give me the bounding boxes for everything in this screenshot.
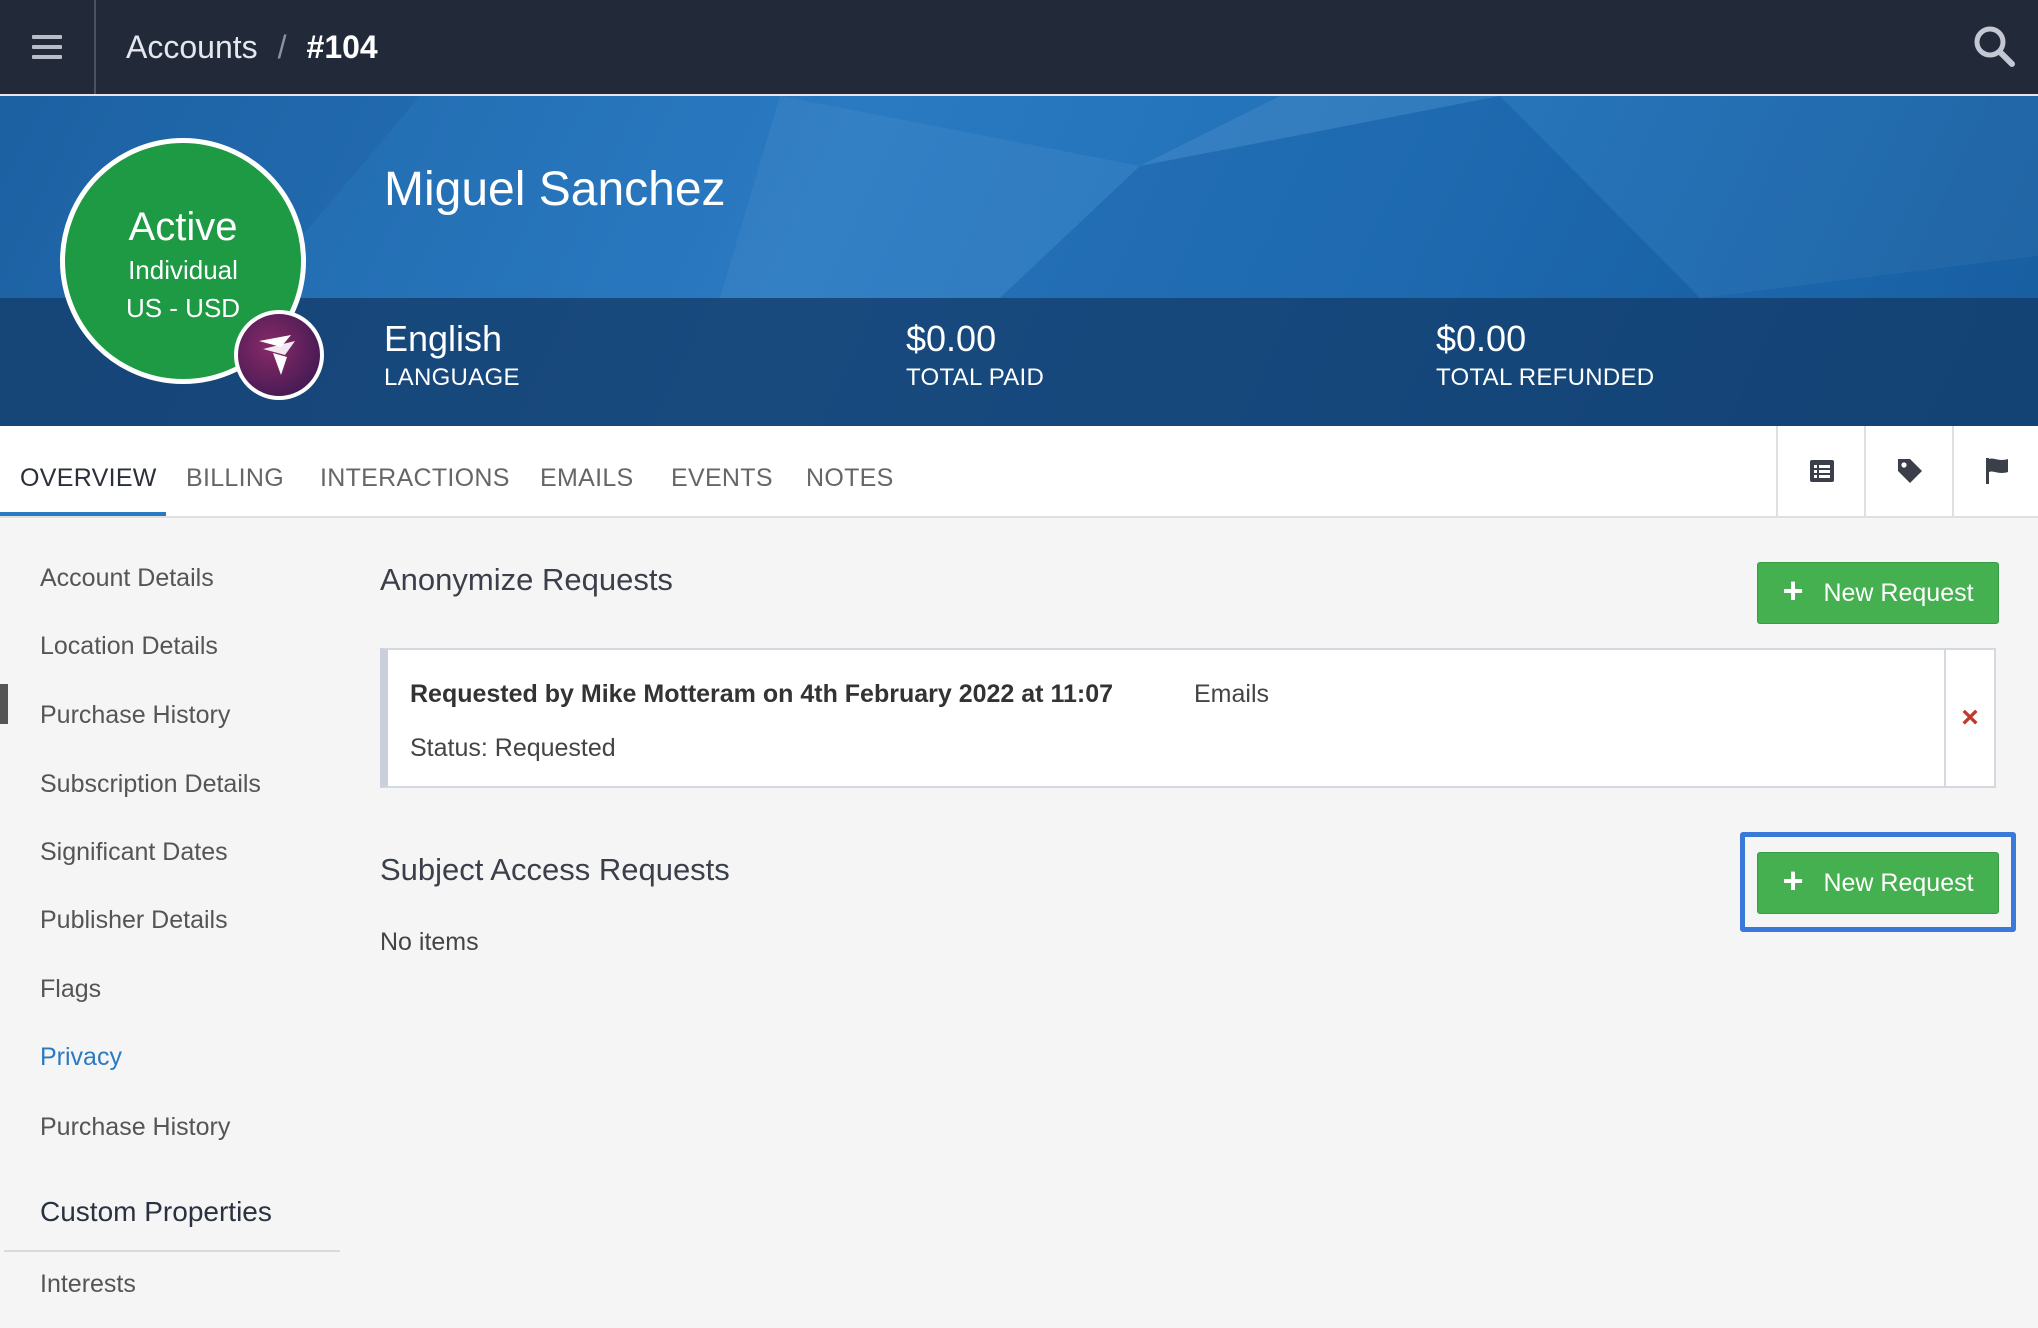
sidebar-item-publisher-details[interactable]: Publisher Details [40, 906, 228, 935]
sidebar-item-flags[interactable]: Flags [40, 975, 101, 1004]
sidebar-item-subscription-details[interactable]: Subscription Details [40, 770, 261, 799]
subject-access-requests-title: Subject Access Requests [380, 852, 730, 887]
breadcrumb-accounts-link[interactable]: Accounts [126, 29, 258, 66]
tab-emails[interactable]: EMAILS [540, 426, 634, 516]
new-anonymize-request-label: New Request [1823, 578, 1974, 607]
sidebar-divider [4, 1250, 340, 1252]
active-tab-indicator [0, 512, 166, 516]
brand-logo-icon [259, 335, 295, 375]
sidebar-heading-custom-properties: Custom Properties [40, 1196, 272, 1227]
plus-icon: + [1782, 860, 1804, 901]
anonymize-request-item: Requested by Mike Motteram on 4th Februa… [380, 648, 1996, 788]
request-type: Emails [1194, 680, 1270, 708]
breadcrumb-separator: / [277, 28, 287, 65]
stat-language-value: English [384, 318, 503, 359]
plus-icon: + [1782, 570, 1804, 611]
sidebar-scroll-marker [0, 684, 8, 724]
stat-language: English LANGUAGE [384, 318, 520, 394]
tab-bar: OVERVIEW BILLING INTERACTIONS EMAILS EVE… [0, 426, 2038, 518]
tab-events[interactable]: EVENTS [671, 426, 773, 516]
sidebar-item-privacy[interactable]: Privacy [40, 1043, 122, 1072]
stat-total-refunded-value: $0.00 [1436, 318, 1527, 359]
account-type: Individual [128, 255, 238, 285]
sidebar-item-interests[interactable]: Interests [40, 1270, 136, 1299]
breadcrumb-current: #104 [306, 28, 378, 65]
tag-icon [1898, 459, 1922, 483]
stat-total-paid-label: TOTAL PAID [906, 364, 1045, 391]
sidebar-item-purchase-history[interactable]: Purchase History [40, 701, 230, 730]
hamburger-menu-button[interactable] [0, 0, 96, 94]
search-icon [1974, 26, 2015, 67]
subject-access-empty-state: No items [380, 928, 479, 956]
stat-total-refunded-label: TOTAL REFUNDED [1436, 364, 1655, 391]
flags-button[interactable] [1952, 426, 2038, 516]
list-view-button[interactable] [1776, 426, 1866, 516]
sidebar-item-significant-dates[interactable]: Significant Dates [40, 838, 228, 867]
list-icon [1810, 460, 1834, 482]
new-subject-access-request-label: New Request [1823, 868, 1974, 897]
breadcrumb: Accounts / #104 [126, 0, 378, 94]
tags-button[interactable] [1864, 426, 1954, 516]
flag-icon [1986, 458, 2008, 484]
hamburger-menu-icon [32, 35, 62, 59]
account-holder-name: Miguel Sanchez [384, 163, 726, 216]
new-anonymize-request-button[interactable]: + New Request [1757, 562, 1999, 624]
tab-interactions[interactable]: INTERACTIONS [320, 426, 510, 516]
sidebar-item-purchase-history-2[interactable]: Purchase History [40, 1113, 230, 1142]
new-subject-access-request-button[interactable]: + New Request [1757, 852, 1999, 914]
tab-billing[interactable]: BILLING [186, 426, 284, 516]
request-requested-by: Requested by Mike Motteram on 4th Februa… [410, 680, 1114, 708]
remove-request-button[interactable]: × [1944, 650, 1994, 786]
tab-overview[interactable]: OVERVIEW [20, 426, 157, 516]
stat-total-paid-value: $0.00 [906, 318, 997, 359]
anonymize-requests-title: Anonymize Requests [380, 562, 673, 597]
stat-language-label: LANGUAGE [384, 364, 520, 391]
search-button[interactable] [1970, 22, 2020, 72]
brand-logo [234, 310, 324, 400]
tab-notes[interactable]: NOTES [806, 426, 894, 516]
sidebar-item-account-details[interactable]: Account Details [40, 564, 214, 593]
account-status: Active [128, 205, 238, 249]
stat-total-paid: $0.00 TOTAL PAID [906, 318, 1044, 394]
close-icon: × [1961, 701, 1979, 734]
stat-total-refunded: $0.00 TOTAL REFUNDED [1436, 318, 1654, 394]
top-navigation-bar: Accounts / #104 [0, 0, 2038, 96]
sidebar-item-location-details[interactable]: Location Details [40, 632, 218, 661]
account-header: Active Individual US - USD Miguel Sanche… [0, 96, 2038, 426]
request-status: Status: Requested [410, 734, 616, 762]
